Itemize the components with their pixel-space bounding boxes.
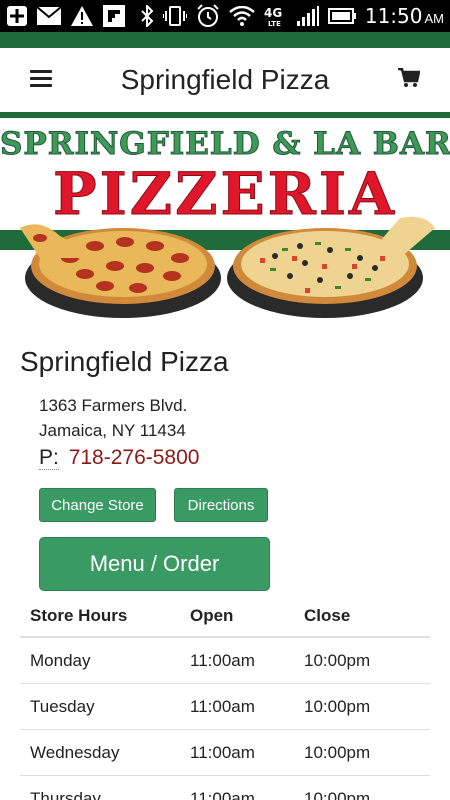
status-bar: 4G LTE 11:50 AM [0, 0, 450, 32]
header-top-stripe [0, 32, 450, 48]
status-bar-system: 4G LTE 11:50 AM [140, 4, 444, 28]
add-icon [6, 5, 28, 27]
store-name: Springfield Pizza [20, 346, 229, 377]
table-row: Wednesday 11:00am 10:00pm [20, 730, 430, 776]
clock-ampm: AM [424, 11, 445, 26]
table-row: Thursday 11:00am 10:00pm [20, 776, 430, 800]
banner-line1: SPRINGFIELD & LA BARI [0, 126, 450, 163]
hours-header-day: Store Hours [30, 606, 128, 625]
hours-open: 11:00am [190, 650, 255, 670]
banner-line2: PIZZERIA [53, 160, 397, 229]
app-header: Springfield Pizza [0, 48, 450, 112]
signal-icon [296, 6, 319, 26]
hours-header-close: Close [304, 606, 351, 625]
hours-close: 10:00pm [304, 696, 371, 716]
change-store-button[interactable]: Change Store [39, 488, 156, 522]
alarm-icon [196, 4, 220, 28]
menu-order-button[interactable]: Menu / Order [39, 537, 270, 591]
battery-icon [327, 8, 356, 24]
clock-time: 11:50 [364, 4, 423, 28]
hours-day: Wednesday [30, 742, 120, 762]
hours-open: 11:00am [190, 696, 255, 716]
bluetooth-icon [140, 5, 154, 27]
store-hours-table: Store Hours Open Close Monday 11:00am 10… [20, 596, 430, 800]
hours-close: 10:00pm [304, 650, 371, 670]
svg-text:LTE: LTE [268, 20, 281, 27]
wifi-icon [229, 6, 255, 26]
table-row: Tuesday 11:00am 10:00pm [20, 684, 430, 730]
network-type-icon: 4G LTE [264, 5, 288, 27]
hours-header-row: Store Hours Open Close [20, 596, 430, 638]
warning-icon [70, 5, 94, 27]
pizzeria-banner: SPRINGFIELD & LA BARI PIZZERIA [0, 118, 450, 330]
directions-button[interactable]: Directions [174, 488, 268, 522]
cart-icon [398, 67, 421, 87]
status-bar-notifications [6, 5, 125, 27]
store-address-line2: Jamaica, NY 11434 [39, 421, 186, 440]
phone-number-link[interactable]: 718-276-5800 [69, 446, 200, 469]
cart-button[interactable] [398, 67, 421, 93]
mail-icon [37, 7, 61, 25]
table-row: Monday 11:00am 10:00pm [20, 638, 430, 684]
clock: 11:50 AM [365, 4, 444, 28]
store-phone: P: 718-276-5800 [39, 446, 199, 470]
vibrate-icon [162, 5, 187, 27]
hours-open: 11:00am [190, 788, 255, 800]
hours-header-open: Open [190, 606, 234, 625]
header-title: Springfield Pizza [120, 64, 330, 95]
hours-day: Monday [30, 650, 91, 670]
hours-day: Thursday [30, 788, 101, 800]
store-address-line1: 1363 Farmers Blvd. [39, 396, 188, 415]
hours-close: 10:00pm [304, 742, 371, 762]
phone-label: P: [39, 446, 59, 470]
svg-text:4G: 4G [264, 6, 282, 20]
hours-day: Tuesday [30, 696, 95, 716]
hours-open: 11:00am [190, 742, 255, 762]
flipboard-icon [103, 5, 125, 27]
hours-close: 10:00pm [304, 788, 371, 800]
